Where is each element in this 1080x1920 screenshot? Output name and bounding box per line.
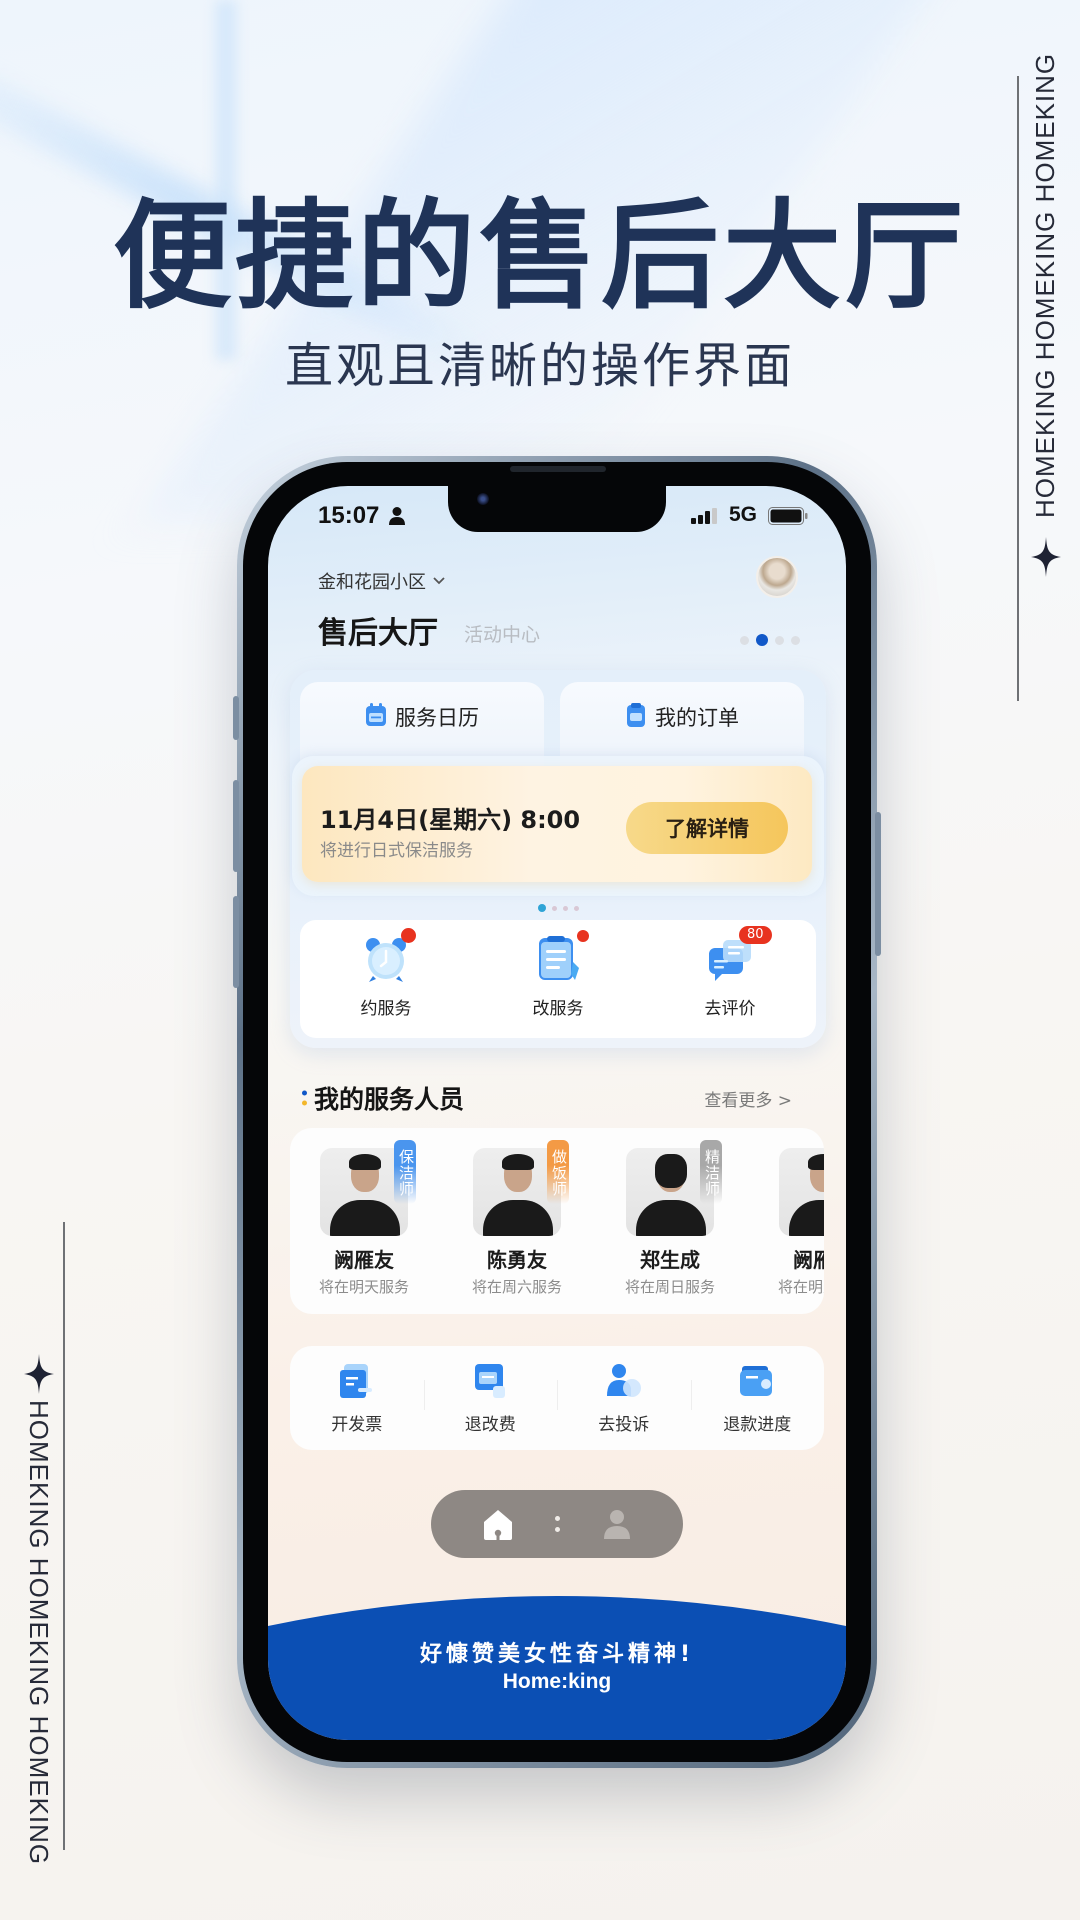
header-page-indicator <box>740 634 800 646</box>
staff-item[interactable]: 精洁师 郑生成 将在周日服务 <box>596 1128 749 1314</box>
chevron-down-icon <box>433 577 445 585</box>
tool-label: 退款进度 <box>723 1415 792 1435</box>
staff-photo <box>779 1148 824 1236</box>
staff-role-tag: 精洁师 <box>700 1140 722 1204</box>
complaint-button[interactable]: 去投诉 <box>557 1346 691 1450</box>
phone-power-button <box>875 812 881 956</box>
view-details-button[interactable]: 了解详情 <box>626 802 788 854</box>
hero-subtitle: 直观且清晰的操作界面 <box>284 338 795 394</box>
community-name: 金和花园小区 <box>318 572 426 593</box>
brand-vertical-text: HOMEKING HOMEKING HOMEKING <box>1030 52 1060 518</box>
page-title: 售后大厅 <box>318 616 438 651</box>
carousel-dot-active <box>538 904 546 912</box>
home-icon[interactable] <box>481 1507 515 1541</box>
wallet-progress-icon <box>740 1366 773 1396</box>
bottom-tab-bar <box>431 1490 683 1558</box>
battery-icon <box>768 507 808 525</box>
page-dot <box>791 635 800 645</box>
action-label: 约服务 <box>360 999 412 1019</box>
staff-item[interactable]: 保洁师 阙雁友 将在明天服务 <box>290 1128 443 1314</box>
page-dot <box>775 635 784 645</box>
refund-fee-icon <box>475 1364 506 1398</box>
user-icon[interactable] <box>600 1507 634 1541</box>
staff-section-header: 我的服务人员 查看更多 > <box>302 1080 814 1120</box>
refund-fee-button[interactable]: 退改费 <box>423 1346 558 1450</box>
service-panel: 服务日历 我的订单 11月4日(星期六) 8:00 将进行日式保洁服务 了解详情 <box>290 670 826 1048</box>
tab-activity-center[interactable]: 活动中心 <box>464 620 540 647</box>
view-more-link[interactable]: 查看更多 > <box>704 1086 792 1111</box>
appointment-carousel-indicator <box>538 904 579 912</box>
main-actions: 约服务 改服务 80 去评价 <box>300 920 816 1038</box>
action-label: 改服务 <box>532 999 584 1019</box>
phone-volume-up <box>233 780 239 872</box>
section-marker-icon <box>302 1090 307 1106</box>
hero-title: 便捷的售后大厅 <box>112 187 967 325</box>
carousel-dot <box>574 905 579 911</box>
notification-dot <box>577 930 589 942</box>
staff-schedule: 将在明天服务 <box>777 1278 824 1296</box>
appointment-card[interactable]: 11月4日(星期六) 8:00 将进行日式保洁服务 了解详情 <box>302 766 812 882</box>
tool-label: 去投诉 <box>598 1415 650 1435</box>
staff-name: 阙雁友 <box>334 1248 394 1272</box>
modify-service-button[interactable]: 改服务 <box>472 920 644 1038</box>
order-clipboard-icon <box>627 703 645 727</box>
user-avatar[interactable] <box>756 556 798 598</box>
complaint-user-icon <box>606 1364 641 1397</box>
status-bar: 15:07 5G <box>268 486 846 546</box>
staff-carousel[interactable]: 保洁师 阙雁友 将在明天服务 做饭师 陈勇友 将在周六服务 精洁师 郑生成 将在… <box>290 1128 824 1314</box>
staff-item[interactable]: 做饭师 陈勇友 将在周六服务 <box>443 1128 596 1314</box>
brand-vertical-text: HOMEKING HOMEKING HOMEKING <box>24 1400 54 1866</box>
staff-name: 郑生成 <box>640 1248 700 1272</box>
staff-item[interactable]: 阙雁友 将在明天服务 <box>749 1128 824 1314</box>
page-dot-active <box>756 634 768 646</box>
invoice-button[interactable]: 开发票 <box>290 1346 424 1450</box>
four-point-star-icon <box>1031 537 1061 577</box>
appointment-wrapper: 11月4日(星期六) 8:00 将进行日式保洁服务 了解详情 <box>292 756 824 896</box>
tab-separator <box>554 1516 560 1532</box>
appointment-description: 将进行日式保洁服务 <box>320 841 473 861</box>
phone-screen: 15:07 5G 金和花园小区 售后大厅 活动中心 服务日历 我的订单 11月4… <box>268 486 846 1740</box>
staff-name: 陈勇友 <box>487 1248 547 1272</box>
four-point-star-icon <box>24 1354 54 1394</box>
staff-role-tag: 保洁师 <box>394 1140 416 1204</box>
review-count-badge: 80 <box>739 926 772 944</box>
brand-divider-line <box>1017 76 1019 701</box>
tool-label: 退改费 <box>464 1415 516 1435</box>
staff-schedule: 将在周六服务 <box>471 1278 562 1296</box>
phone-mute-switch <box>233 696 239 740</box>
person-icon <box>389 507 405 525</box>
banner-slogan: 好慷赞美女性奋斗精神! <box>419 1642 695 1667</box>
tools-row: 开发票 退改费 去投诉 退款进度 <box>290 1346 824 1450</box>
brand-logo-text: Home:king <box>502 1670 612 1693</box>
section-title: 我的服务人员 <box>314 1085 465 1114</box>
signal-icon <box>691 508 717 524</box>
carousel-dot <box>552 905 557 911</box>
brand-divider-line <box>63 1222 65 1850</box>
calendar-icon <box>366 703 386 726</box>
appointment-date: 11月4日(星期六) 8:00 <box>320 806 581 834</box>
action-label: 去评价 <box>704 999 756 1019</box>
invoice-icon <box>339 1364 372 1398</box>
network-type: 5G <box>729 503 758 526</box>
book-service-button[interactable]: 约服务 <box>300 920 472 1038</box>
notification-dot <box>401 928 416 943</box>
staff-schedule: 将在周日服务 <box>624 1278 715 1296</box>
status-time: 15:07 <box>318 502 380 529</box>
community-selector[interactable]: 金和花园小区 <box>318 568 446 594</box>
carousel-dot <box>563 905 568 911</box>
staff-role-tag: 做饭师 <box>547 1140 569 1204</box>
staff-name: 阙雁友 <box>793 1248 824 1272</box>
staff-schedule: 将在明天服务 <box>318 1278 409 1296</box>
phone-speaker <box>510 466 606 472</box>
refund-progress-button[interactable]: 退款进度 <box>690 1346 825 1450</box>
review-button[interactable]: 80 去评价 <box>644 920 816 1038</box>
phone-volume-down <box>233 896 239 988</box>
edit-document-icon <box>539 936 579 980</box>
brand-banner: 好慷赞美女性奋斗精神! Home:king <box>268 1586 846 1740</box>
page-dot <box>740 635 749 645</box>
tool-label: 开发票 <box>331 1415 383 1435</box>
